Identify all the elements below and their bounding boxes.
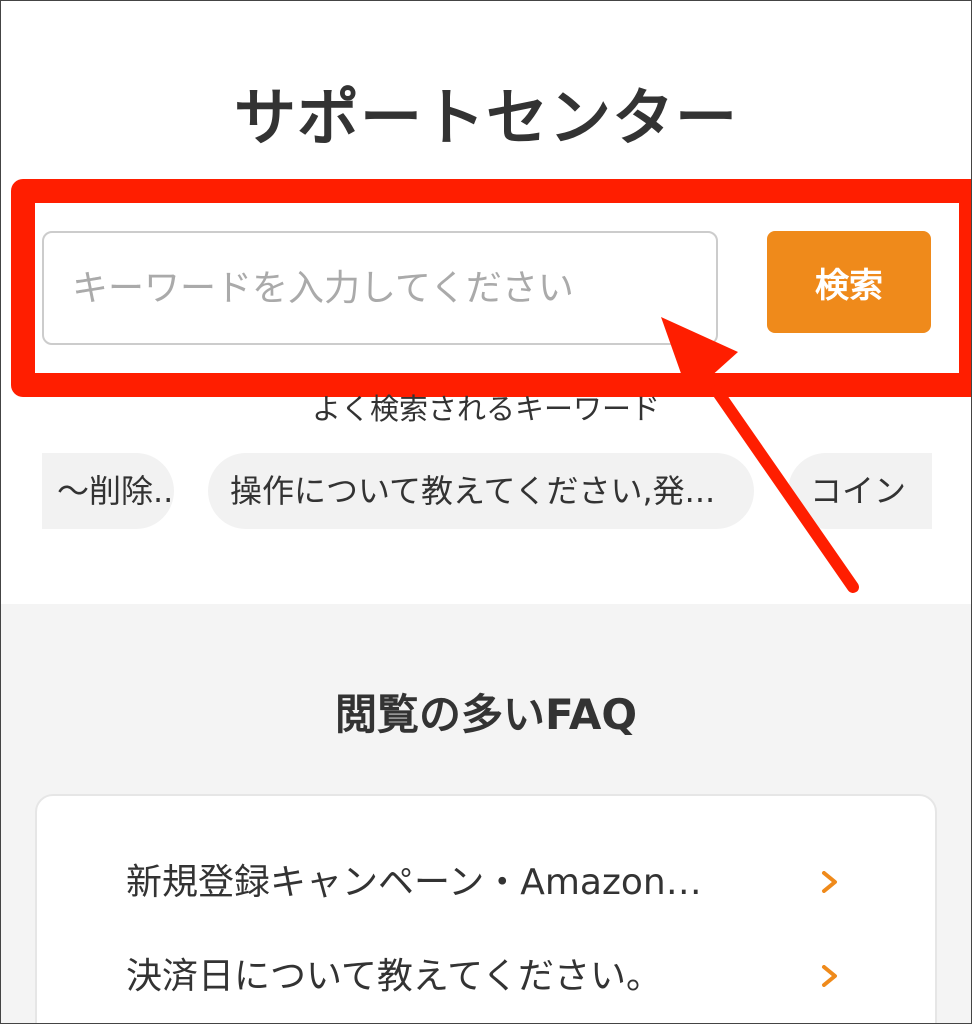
faq-item[interactable]: 決済日について教えてください。 [126,947,886,1007]
keyword-chip-row[interactable]: 〜削除... 操作について教えてください,発... コイン [42,453,932,529]
keyword-chip[interactable]: 〜削除... [42,453,174,529]
faq-item-label: 決済日について教えてください。 [126,956,663,997]
annotation-highlight-box [11,179,971,397]
support-page: サポートセンター 検索 よく検索されるキーワード 〜削除... 操作について教え… [0,0,972,1024]
popular-keywords-label: よく検索されるキーワード [311,392,660,426]
chevron-right-icon [822,871,837,893]
keyword-chip[interactable]: コイン [788,453,932,529]
faq-section-title: 閲覧の多いFAQ [334,690,638,739]
faq-item[interactable]: 新規登録キャンペーン・Amazon… [126,853,886,913]
page-title: サポートセンター [233,81,738,154]
keyword-chip[interactable]: 操作について教えてください,発... [208,453,754,529]
chevron-right-icon [822,965,837,987]
faq-item-label: 新規登録キャンペーン・Amazon… [126,862,702,903]
